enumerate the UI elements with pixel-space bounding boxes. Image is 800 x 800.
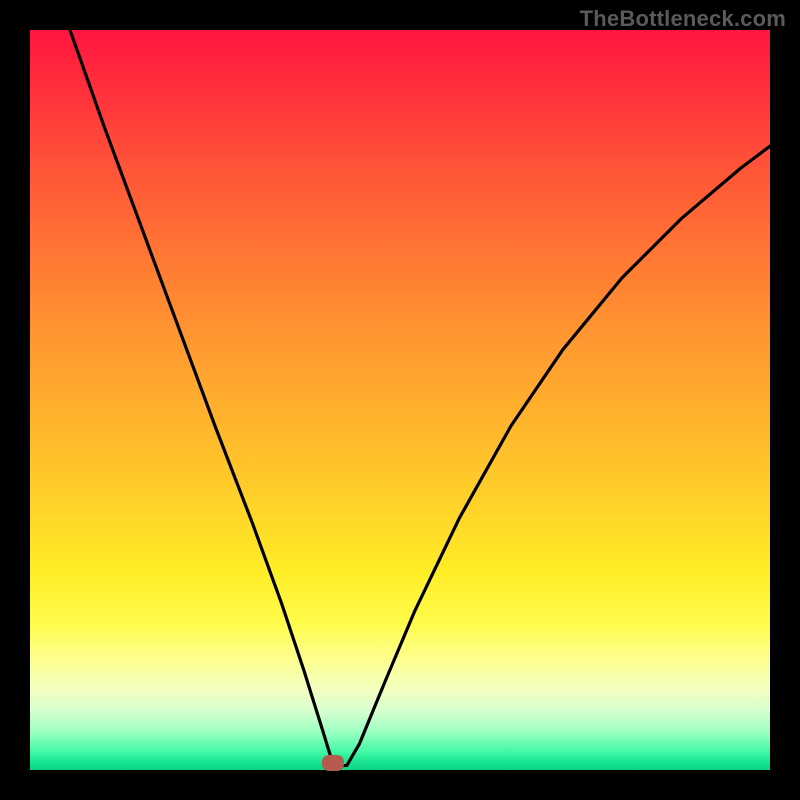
optimal-point-marker <box>322 755 344 771</box>
plot-area <box>30 30 770 770</box>
bottleneck-curve <box>30 30 770 770</box>
watermark-text: TheBottleneck.com <box>580 6 786 32</box>
